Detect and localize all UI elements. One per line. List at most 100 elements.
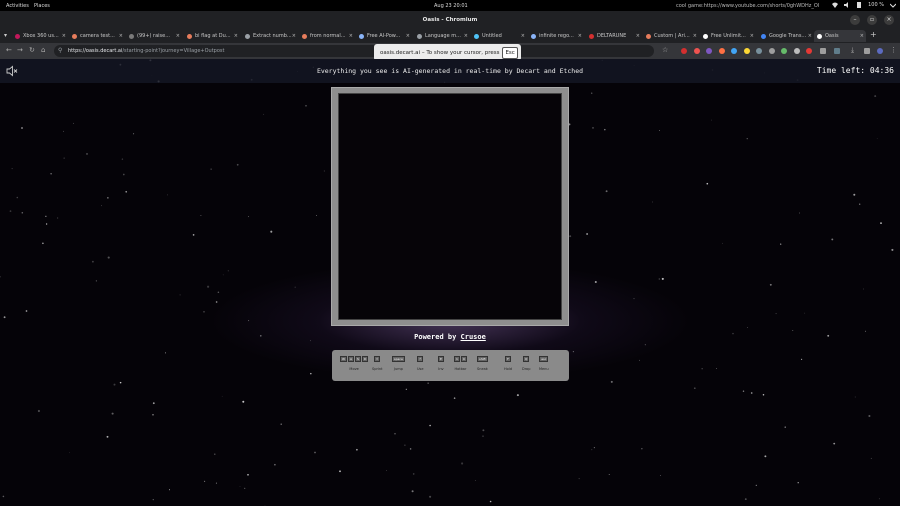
browser-tab[interactable]: DELTARUNE ×	[586, 30, 642, 42]
tab-favicon	[15, 33, 20, 39]
tab-close-icon[interactable]: ×	[406, 33, 410, 39]
extension-icon[interactable]	[681, 48, 687, 54]
tab-close-icon[interactable]: ×	[636, 33, 640, 39]
browser-tab[interactable]: infinite rego... ×	[528, 30, 584, 42]
star	[247, 216, 250, 218]
star	[769, 283, 772, 286]
crusoe-link[interactable]: Crusoe	[461, 333, 486, 341]
extension-icon[interactable]	[719, 48, 725, 54]
tab-close-icon[interactable]: ×	[176, 33, 180, 39]
extension-icon[interactable]	[781, 48, 787, 54]
system-tray[interactable]: 100 %	[832, 2, 896, 8]
browser-tab[interactable]: Free AI-Pow... ×	[356, 30, 412, 42]
star	[242, 400, 245, 403]
key-cap: D	[361, 356, 369, 362]
volume-icon	[844, 2, 849, 8]
browser-tab[interactable]: Language m... ×	[414, 30, 470, 42]
star	[755, 484, 757, 487]
browser-tab[interactable]: Xbox 360 us... ×	[12, 30, 68, 42]
tab-close-icon[interactable]: ×	[750, 33, 754, 39]
star	[57, 217, 59, 219]
browser-tab[interactable]: (99+) raise... ×	[126, 30, 182, 42]
tab-favicon	[72, 33, 77, 39]
media-icon[interactable]	[864, 48, 870, 54]
minimize-button[interactable]: –	[850, 15, 860, 25]
browser-tab[interactable]: Extract numb... ×	[242, 30, 298, 42]
browser-menu-icon[interactable]: ⋮	[890, 46, 897, 54]
back-icon[interactable]: ←	[6, 46, 12, 54]
browser-tab[interactable]: Custom | Ari... ×	[643, 30, 699, 42]
tab-close-icon[interactable]: ×	[349, 33, 353, 39]
tab-close-icon[interactable]: ×	[119, 33, 123, 39]
game-viewport[interactable]	[338, 93, 562, 320]
activities-button[interactable]: Activities	[6, 3, 29, 9]
star	[854, 396, 856, 398]
browser-tab[interactable]: from normal... ×	[299, 30, 355, 42]
browser-tab[interactable]: Free Unlimit... ×	[700, 30, 756, 42]
star	[204, 480, 206, 482]
star	[489, 500, 492, 503]
extension-icon[interactable]	[694, 48, 700, 54]
places-menu[interactable]: Places	[34, 3, 50, 9]
star	[121, 158, 124, 160]
bookmark-star-icon[interactable]: ☆	[662, 46, 668, 54]
star	[215, 301, 218, 303]
extension-icon[interactable]	[744, 48, 750, 54]
forward-icon[interactable]: →	[17, 46, 23, 54]
extension-icon[interactable]	[731, 48, 737, 54]
tab-close-icon[interactable]: ×	[464, 33, 468, 39]
tab-search-icon[interactable]: ▾	[4, 32, 7, 39]
extension-icon[interactable]	[769, 48, 775, 54]
close-window-button[interactable]: ×	[884, 15, 894, 25]
browser-tab[interactable]: camera test... ×	[69, 30, 125, 42]
browser-tab[interactable]: Untitled ×	[471, 30, 527, 42]
side-panel-icon[interactable]	[834, 48, 840, 54]
browser-tab[interactable]: Google Trans... ×	[758, 30, 814, 42]
site-info-icon[interactable]: ⚲	[58, 47, 62, 54]
window-titlebar[interactable]: Oasis - Chromium – ▫ ×	[0, 11, 900, 29]
star	[608, 473, 610, 475]
star	[799, 212, 800, 214]
system-clock[interactable]: Aug 23 20:01	[434, 3, 468, 9]
download-icon[interactable]: ⤓	[851, 46, 854, 55]
star	[152, 414, 154, 416]
extension-icon[interactable]	[706, 48, 712, 54]
extension-icon[interactable]	[794, 48, 800, 54]
system-notification[interactable]: cool game:https://www.youtube.com/shorts…	[676, 3, 819, 9]
new-tab-button[interactable]: +	[870, 30, 877, 39]
extension-icon[interactable]	[756, 48, 762, 54]
star	[0, 276, 1, 278]
address-bar[interactable]: ⚲ https://oasis.decart.ai/starting-point…	[54, 45, 654, 57]
star	[21, 127, 23, 129]
tab-close-icon[interactable]: ×	[578, 33, 582, 39]
star	[429, 424, 431, 427]
tab-close-icon[interactable]: ×	[292, 33, 296, 39]
extension-icon[interactable]	[806, 48, 812, 54]
tab-label: infinite rego...	[539, 33, 574, 39]
star	[797, 482, 799, 484]
browser-tab[interactable]: Oasis ×	[814, 30, 866, 42]
star	[63, 130, 64, 132]
tab-favicon	[474, 33, 479, 39]
extensions-puzzle-icon[interactable]	[820, 48, 826, 54]
tab-close-icon[interactable]: ×	[234, 33, 238, 39]
profile-avatar[interactable]	[877, 48, 883, 54]
tab-close-icon[interactable]: ×	[860, 33, 864, 39]
star	[746, 138, 748, 140]
reload-icon[interactable]: ↻	[29, 46, 35, 54]
star	[411, 490, 414, 493]
star	[101, 205, 102, 207]
star	[604, 128, 606, 131]
tab-close-icon[interactable]: ×	[521, 33, 525, 39]
tab-favicon	[589, 33, 594, 39]
home-icon[interactable]: ⌂	[41, 46, 45, 54]
browser-tab[interactable]: bi flag at Du... ×	[184, 30, 240, 42]
star	[750, 392, 753, 394]
tab-close-icon[interactable]: ×	[808, 33, 812, 39]
tab-close-icon[interactable]: ×	[693, 33, 697, 39]
maximize-button[interactable]: ▫	[867, 15, 877, 25]
key-cap: 🖱	[417, 356, 424, 362]
star	[644, 344, 646, 346]
star	[412, 473, 415, 475]
tab-close-icon[interactable]: ×	[62, 33, 66, 39]
